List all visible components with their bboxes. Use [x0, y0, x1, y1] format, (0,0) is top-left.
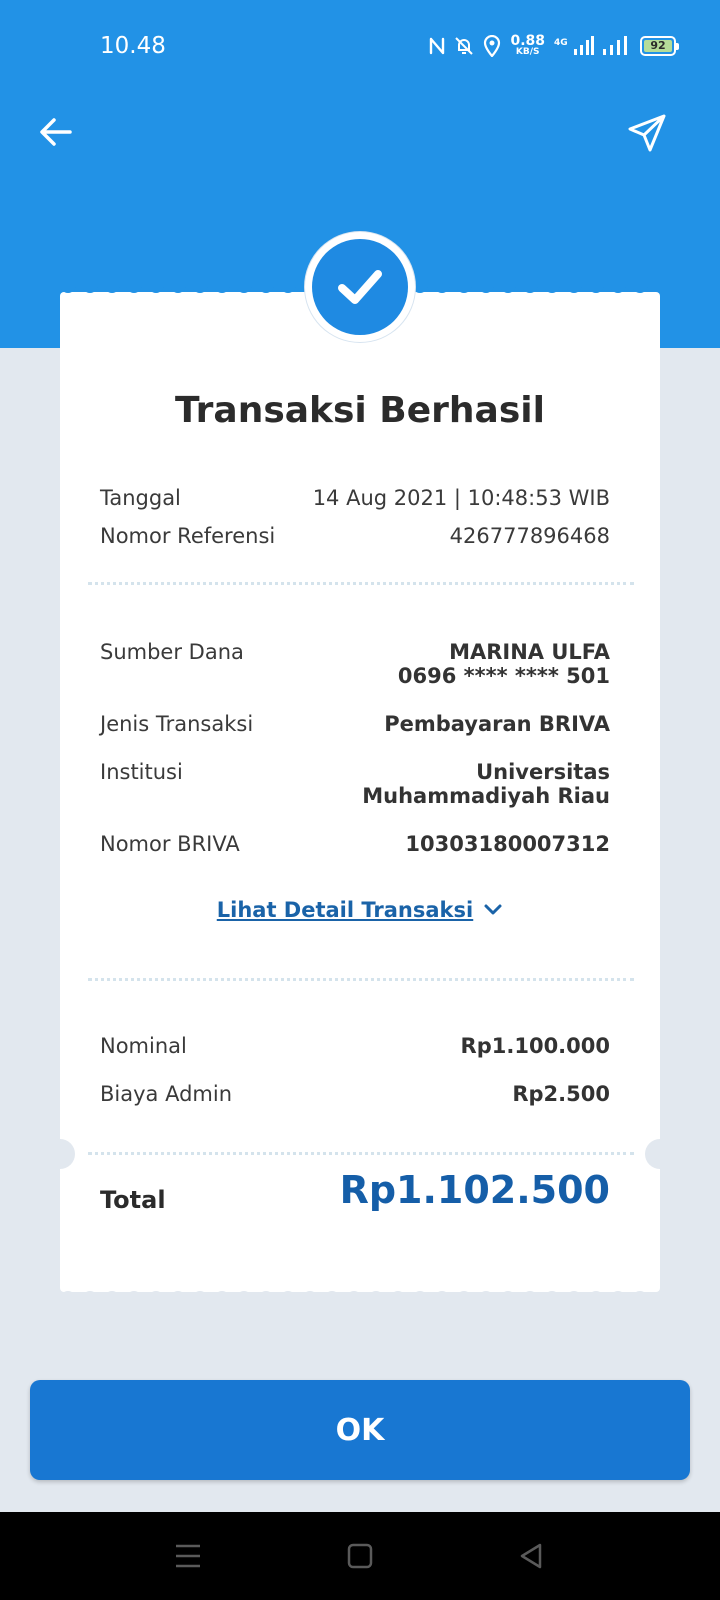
menu-icon	[176, 1544, 200, 1568]
source-account: 0696 **** **** 501	[397, 664, 610, 688]
share-button[interactable]	[626, 112, 668, 154]
view-detail-link[interactable]: Lihat Detail Transaksi	[60, 898, 660, 922]
location-icon	[484, 34, 501, 57]
transaction-type-label: Jenis Transaksi	[100, 712, 254, 736]
transaction-type-row: Jenis Transaksi Pembayaran BRIVA	[100, 712, 610, 736]
battery-icon: 92	[640, 35, 679, 56]
back-triangle-icon	[520, 1543, 542, 1569]
signal-4g-icon: 4G	[554, 35, 594, 55]
briva-row: Nomor BRIVA 10303180007312	[100, 832, 610, 856]
success-badge	[305, 232, 415, 342]
view-detail-label: Lihat Detail Transaksi	[216, 898, 474, 922]
nav-back-button[interactable]	[516, 1540, 548, 1572]
admin-fee-label: Biaya Admin	[100, 1082, 233, 1106]
date-row: Tanggal 14 Aug 2021 | 10:48:53 WIB	[100, 486, 610, 510]
status-bar: 10.48 0.88 KB/S 4G 92	[0, 0, 720, 90]
transaction-title: Transaksi Berhasil	[175, 390, 545, 431]
total-label: Total	[100, 1186, 166, 1214]
status-time: 10.48	[100, 33, 166, 59]
institution-value: Universitas Muhammadiyah Riau	[362, 760, 610, 808]
date-label: Tanggal	[100, 486, 181, 510]
receipt-notch-left	[45, 1139, 75, 1169]
mute-bell-icon	[455, 36, 474, 55]
signal-icon	[603, 35, 627, 55]
source-name: MARINA ULFA	[449, 640, 610, 664]
institution-line1: Universitas	[476, 760, 610, 784]
receipt-card: Transaksi Berhasil Tanggal 14 Aug 2021 |…	[45, 283, 675, 1301]
reference-row: Nomor Referensi 426777896468	[100, 524, 610, 548]
reference-value: 426777896468	[449, 524, 610, 548]
divider	[88, 1152, 634, 1155]
date-value: 14 Aug 2021 | 10:48:53 WIB	[312, 486, 610, 510]
nominal-label: Nominal	[100, 1034, 187, 1058]
transaction-type-value: Pembayaran BRIVA	[384, 712, 610, 736]
source-value: MARINA ULFA 0696 **** **** 501	[398, 640, 610, 688]
network-speed-unit: KB/S	[515, 47, 540, 57]
success-badge-inner	[312, 239, 408, 335]
briva-label: Nomor BRIVA	[100, 832, 240, 856]
back-button[interactable]	[36, 112, 76, 152]
nominal-value: Rp1.100.000	[460, 1034, 610, 1058]
reference-label: Nomor Referensi	[100, 524, 276, 548]
nav-home-button[interactable]	[344, 1540, 376, 1572]
chevron-down-icon	[484, 904, 502, 915]
share-send-icon	[628, 114, 666, 152]
source-label: Sumber Dana	[100, 640, 244, 664]
checkmark-icon	[338, 270, 382, 304]
svg-text:4G: 4G	[554, 38, 568, 48]
institution-row: Institusi Universitas Muhammadiyah Riau	[100, 760, 610, 808]
ok-button[interactable]: OK	[30, 1380, 690, 1480]
divider	[88, 978, 634, 981]
battery-level: 92	[644, 39, 672, 52]
source-row: Sumber Dana MARINA ULFA 0696 **** **** 5…	[100, 640, 610, 688]
total-value: Rp1.102.500	[339, 1168, 610, 1212]
system-nav-bar	[0, 1512, 720, 1600]
receipt-scallop-bottom	[60, 1283, 660, 1301]
admin-fee-row: Biaya Admin Rp2.500	[100, 1082, 610, 1106]
nfc-icon	[430, 37, 445, 54]
back-arrow-icon	[40, 118, 72, 146]
briva-value: 10303180007312	[405, 832, 610, 856]
nominal-row: Nominal Rp1.100.000	[100, 1034, 610, 1058]
institution-label: Institusi	[100, 760, 183, 784]
institution-line2: Muhammadiyah Riau	[362, 784, 610, 808]
divider	[88, 582, 634, 585]
nav-menu-button[interactable]	[172, 1540, 204, 1572]
network-speed: 0.88 KB/S	[510, 34, 545, 57]
admin-fee-value: Rp2.500	[512, 1082, 610, 1106]
receipt-notch-right	[645, 1139, 675, 1169]
status-icons: 0.88 KB/S 4G 92	[429, 34, 679, 57]
home-square-icon	[347, 1543, 373, 1569]
network-speed-value: 0.88	[510, 33, 545, 49]
